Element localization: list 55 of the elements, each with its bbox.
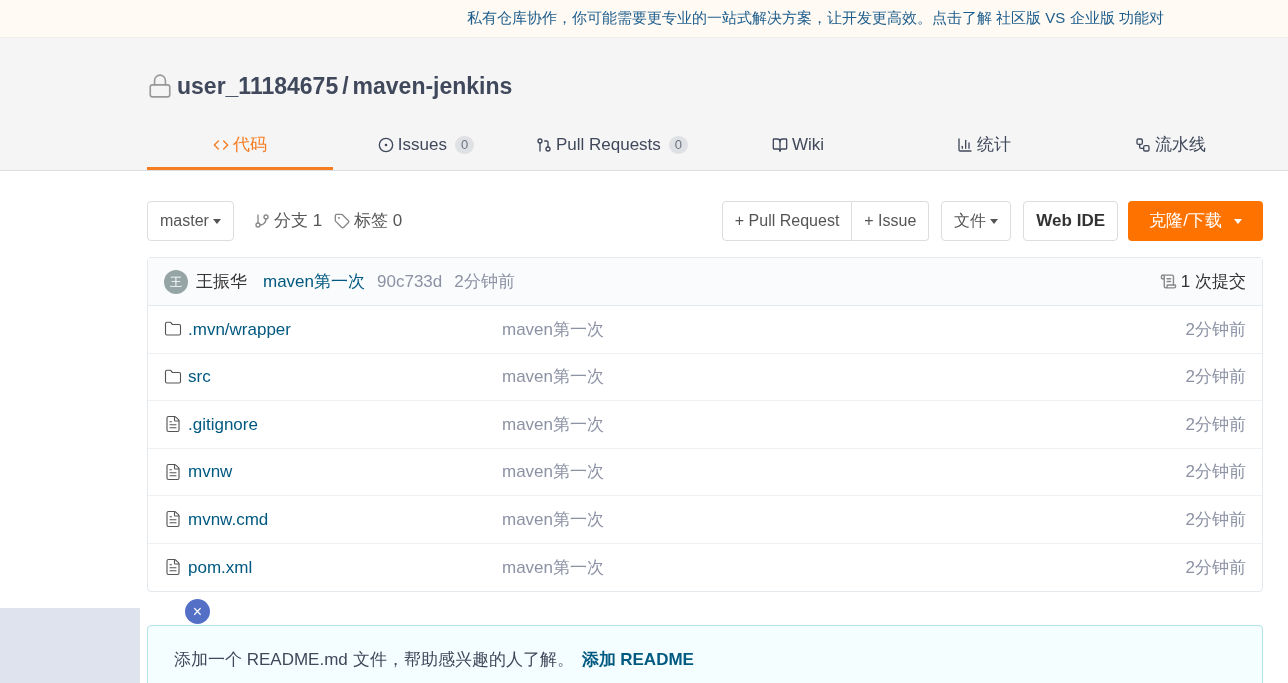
file-name-link[interactable]: pom.xml (188, 554, 253, 580)
tags-link[interactable]: 标签 0 (354, 208, 403, 234)
nav-tab[interactable]: Issues 0 (333, 122, 519, 170)
repo-name[interactable]: maven-jenkins (352, 68, 513, 104)
new-pull-request-button[interactable]: + Pull Request (721, 201, 853, 241)
readme-notice-text: 添加一个 README.md 文件，帮助感兴趣的人了解。 (174, 649, 574, 672)
branch-icon (253, 213, 270, 229)
nav-tab[interactable]: Wiki (705, 122, 891, 170)
close-button[interactable]: × (185, 599, 210, 624)
lock-icon (147, 73, 173, 99)
file-name-link[interactable]: .mvn/wrapper (188, 316, 291, 342)
bar-chart-icon (957, 136, 973, 153)
caret-icon (990, 218, 999, 224)
commit-time: 2分钟前 (454, 270, 515, 293)
add-readme-link[interactable]: 添加 README (581, 647, 694, 673)
file-dropdown[interactable]: 文件 (941, 201, 1012, 241)
repo-owner[interactable]: user_11184675 (177, 68, 339, 104)
new-issue-button[interactable]: + Issue (852, 201, 930, 241)
file-commit-time: 2分钟前 (1185, 413, 1246, 436)
commit-message[interactable]: maven第一次 (263, 268, 366, 295)
folder-icon (164, 367, 182, 386)
file-commit-time: 2分钟前 (1185, 508, 1246, 531)
commits-icon (1159, 273, 1177, 290)
file-name-link[interactable]: mvnw.cmd (188, 506, 269, 532)
count-badge: 0 (454, 135, 475, 154)
file-icon (164, 558, 182, 577)
file-commit-time: 2分钟前 (1185, 556, 1246, 579)
file-icon (164, 510, 182, 529)
commit-count-link[interactable]: 1 次提交 (1180, 268, 1246, 295)
count-badge: 0 (668, 135, 689, 154)
book-icon (771, 136, 788, 153)
file-commit-time: 2分钟前 (1185, 318, 1246, 341)
avatar: 王 (164, 269, 188, 294)
pull-request-icon (535, 136, 552, 153)
file-name-link[interactable]: src (188, 364, 211, 390)
nav-tab[interactable]: 流水线 (1077, 122, 1263, 170)
caret-icon (212, 218, 221, 224)
file-name-link[interactable]: mvnw (188, 459, 233, 485)
folder-icon (164, 320, 182, 339)
file-commit-time: 2分钟前 (1185, 366, 1246, 388)
nav-tab[interactable]: Pull Requests 0 (519, 122, 705, 170)
file-name-link[interactable]: .gitignore (188, 411, 258, 437)
path-separator: / (342, 71, 349, 101)
commit-author[interactable]: 王振华 (196, 268, 247, 295)
banner-text: 私有仓库协作，你可能需要更专业的一站式解决方案，让开发更高效。点击了解 社区版 VS 企业版 功能对 (467, 8, 1164, 29)
pipeline-icon (1134, 136, 1151, 153)
tag-icon (334, 213, 351, 229)
branches-link[interactable]: 分支 1 (273, 208, 323, 234)
file-commit-time: 2分钟前 (1185, 461, 1246, 483)
caret-icon (1233, 218, 1242, 224)
web-ide-button[interactable]: Web IDE (1023, 201, 1118, 241)
file-icon (164, 462, 182, 481)
branch-dropdown[interactable]: master (147, 201, 234, 241)
nav-tab[interactable]: 统计 (891, 122, 1077, 170)
file-icon (164, 415, 182, 434)
